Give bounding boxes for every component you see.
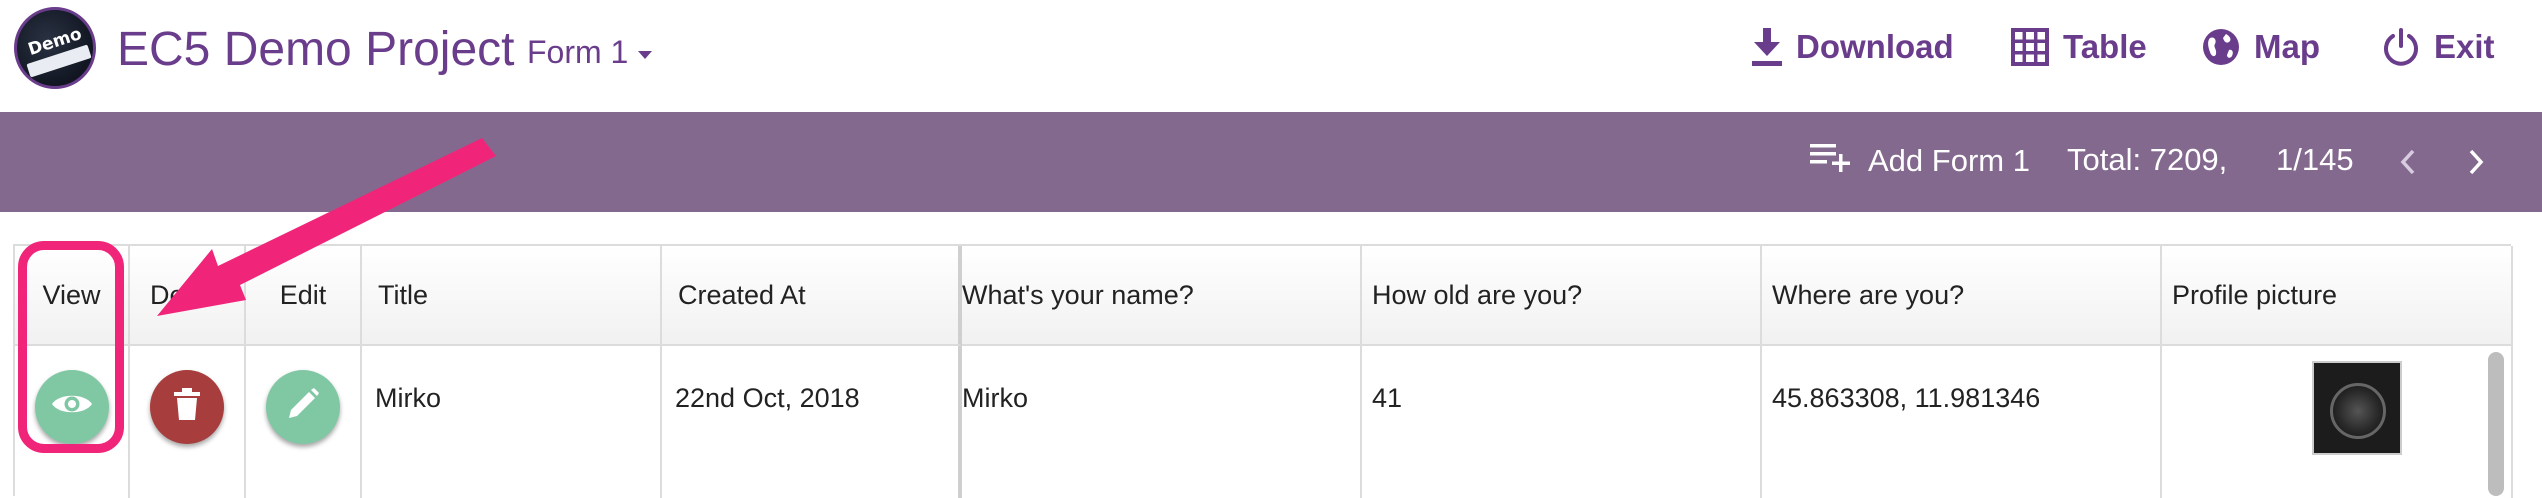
prev-page-button[interactable] bbox=[2397, 148, 2419, 184]
add-form-button[interactable]: Add Form 1 bbox=[1810, 142, 2030, 180]
highlight-annotation bbox=[18, 241, 124, 453]
table-row-profile-picture-cell bbox=[2162, 346, 2513, 498]
entries-table: View De Edit Title Created At What's you… bbox=[13, 244, 2513, 498]
grid-icon bbox=[2011, 28, 2049, 66]
table-row-created-at: 22nd Oct, 2018 bbox=[662, 346, 962, 498]
column-header-location[interactable]: Where are you? bbox=[1762, 246, 2162, 346]
column-header-edit: Edit bbox=[246, 246, 362, 346]
table-label: Table bbox=[2063, 28, 2147, 65]
exit-button[interactable]: Exit bbox=[2382, 22, 2495, 72]
project-title[interactable]: EC5 Demo Project bbox=[117, 22, 514, 77]
edit-entry-button[interactable] bbox=[266, 370, 340, 444]
power-icon bbox=[2382, 28, 2420, 66]
playlist-add-icon bbox=[1810, 142, 1852, 180]
column-header-profile-picture[interactable]: Profile picture bbox=[2162, 246, 2513, 346]
table-row-edit-cell bbox=[246, 346, 362, 498]
total-count: Total: 7209, bbox=[2067, 142, 2228, 177]
page-indicator: 1/145 bbox=[2276, 142, 2354, 177]
column-header-age[interactable]: How old are you? bbox=[1362, 246, 1762, 346]
download-button[interactable]: Download bbox=[1752, 22, 1954, 72]
watch-image bbox=[2330, 383, 2386, 439]
column-header-delete: De bbox=[130, 246, 246, 346]
form-selector-dropdown[interactable]: Form 1 bbox=[527, 34, 653, 71]
exit-label: Exit bbox=[2434, 28, 2495, 65]
chevron-left-icon bbox=[2397, 148, 2419, 184]
column-header-name[interactable]: What's your name? bbox=[962, 246, 1362, 346]
globe-icon bbox=[2202, 28, 2240, 66]
map-label: Map bbox=[2254, 28, 2320, 65]
delete-entry-button[interactable] bbox=[150, 370, 224, 444]
profile-picture-thumbnail[interactable] bbox=[2312, 361, 2402, 455]
download-label: Download bbox=[1796, 28, 1954, 65]
chevron-right-icon bbox=[2465, 148, 2487, 184]
table-button[interactable]: Table bbox=[2011, 22, 2147, 72]
form-selector-label: Form 1 bbox=[527, 34, 629, 70]
top-navbar: Demo EC5 Demo Project Form 1 Download Ta… bbox=[0, 0, 2542, 112]
table-row-delete-cell bbox=[130, 346, 246, 498]
project-logo[interactable]: Demo bbox=[14, 7, 96, 89]
table-row-name: Mirko bbox=[962, 346, 1362, 498]
add-form-label: Add Form 1 bbox=[1868, 143, 2030, 178]
column-header-title[interactable]: Title bbox=[362, 246, 662, 346]
column-header-created-at[interactable]: Created At bbox=[662, 246, 962, 346]
map-button[interactable]: Map bbox=[2202, 22, 2320, 72]
pencil-icon bbox=[287, 387, 319, 427]
table-row-title: Mirko bbox=[362, 346, 662, 498]
entries-toolbar: Add Form 1 Total: 7209, 1/145 bbox=[0, 112, 2542, 212]
table-row-location: 45.863308, 11.981346 bbox=[1762, 346, 2162, 498]
trash-icon bbox=[174, 387, 200, 427]
next-page-button[interactable] bbox=[2465, 148, 2487, 184]
download-icon bbox=[1752, 28, 1782, 66]
table-row-age: 41 bbox=[1362, 346, 1762, 498]
table-scrollbar[interactable] bbox=[2488, 352, 2504, 496]
caret-down-icon bbox=[638, 50, 653, 59]
